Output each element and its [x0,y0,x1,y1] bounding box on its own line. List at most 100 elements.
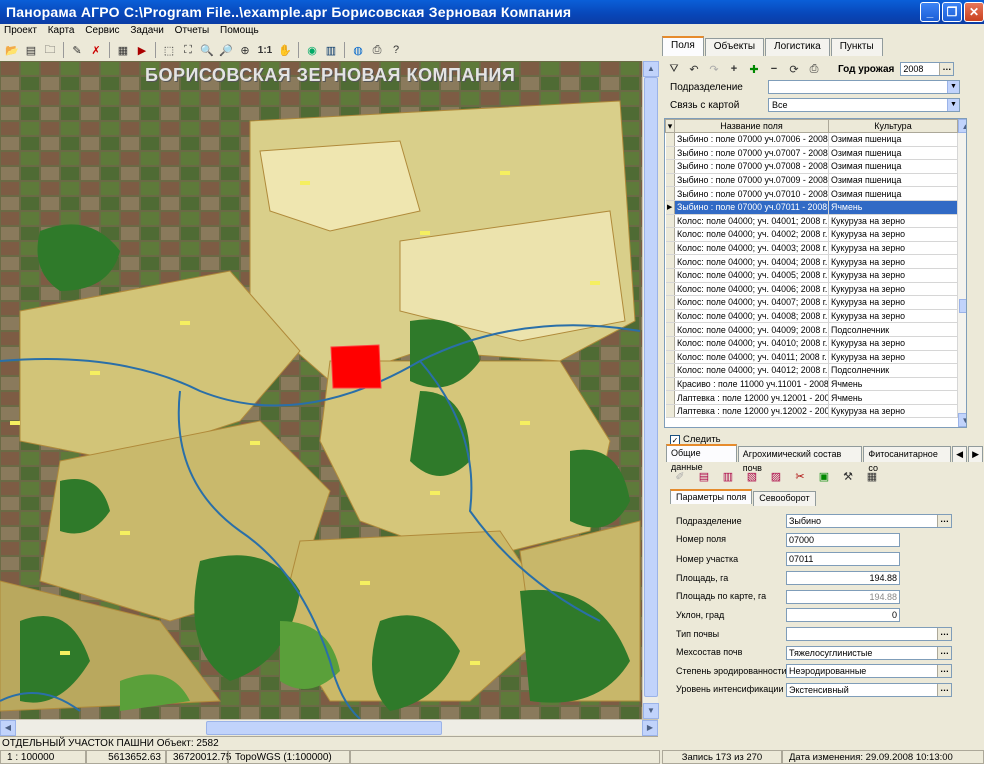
help-cursor-icon[interactable]: ? [388,42,404,58]
chevron-down-icon[interactable]: ▼ [947,81,959,93]
year-picker-button[interactable]: … [939,63,954,75]
globe-icon[interactable]: ◉ [304,42,320,58]
minimize-button[interactable]: _ [920,2,940,22]
zoom-extent-icon[interactable]: ⛶ [180,42,196,58]
cell-field-name[interactable]: Колос: поле 04000; уч. 04001; 2008 г. [674,214,829,229]
delete-tool-icon[interactable]: ✗ [88,42,104,58]
ellipsis-icon[interactable]: … [937,647,951,659]
cell-crop[interactable]: Озимая пшеница [828,159,958,174]
mech-composition-field[interactable]: Тяжелосуглинистые… [786,646,952,660]
table-row[interactable]: Лаптевка : поле 12000 уч.12002 - 2008 Кук… [665,404,958,419]
menu-tasks[interactable]: Задачи [130,25,164,36]
menu-project[interactable]: Проект [4,25,37,36]
ellipsis-icon[interactable]: … [937,628,951,640]
cell-crop[interactable]: Озимая пшеница [828,146,958,161]
table-row[interactable]: Колос: поле 04000; уч. 04005; 2008 г. Кук… [665,268,958,283]
table-row[interactable]: Лаптевка : поле 12000 уч.12001 - 2008 Ячм… [665,390,958,405]
cell-field-name[interactable]: Колос: поле 04000; уч. 04002; 2008 г. [674,227,829,242]
fields-grid[interactable]: ▾ Название поля Культура Зыбино : поле 0… [664,118,967,428]
ellipsis-icon[interactable]: … [937,515,951,527]
cell-crop[interactable]: Кукуруза на зерно [828,309,958,324]
report-icon[interactable]: ▦ [864,468,880,484]
select-tool-icon[interactable]: ✎ [69,42,85,58]
cell-field-name[interactable]: Лаптевка : поле 12000 уч.12002 - 2008 [674,404,829,419]
cell-crop[interactable]: Ячмень [828,200,958,215]
undo-icon[interactable]: ↶ [686,61,702,77]
chart-icon[interactable]: ▣ [816,468,832,484]
table-row[interactable]: Зыбино : поле 07000 уч.07009 - 2008 Озима… [665,173,958,188]
cell-crop[interactable]: Кукуруза на зерно [828,241,958,256]
maximize-button[interactable]: ❐ [942,2,962,22]
add-object-icon[interactable]: ✚ [746,61,762,77]
cell-field-name[interactable]: Колос: поле 04000; уч. 04004; 2008 г. [674,254,829,269]
cell-field-name[interactable]: Зыбино : поле 07000 уч.07006 - 2008 [674,132,829,147]
cell-crop[interactable]: Кукуруза на зерно [828,214,958,229]
area-input[interactable]: 194.88 [786,571,900,585]
arrow-right-icon[interactable]: ▶ [134,42,150,58]
cell-field-name[interactable]: Лаптевка : поле 12000 уч.12001 - 2008 [674,390,829,405]
card-move-icon[interactable]: ▧ [744,468,760,484]
print-icon[interactable]: ⎙ [806,61,822,77]
scroll-up-icon[interactable]: ▲ [643,61,659,77]
year-input[interactable]: 2008 … [900,62,955,76]
table-row[interactable]: Зыбино : поле 07000 уч.07010 - 2008 Озима… [665,186,958,201]
map-link-select[interactable]: Все ▼ [768,98,960,112]
menu-reports[interactable]: Отчеты [175,25,210,36]
table-row[interactable]: Колос: поле 04000; уч. 04011; 2008 г. Кук… [665,350,958,365]
tab-general[interactable]: Общие данные [666,444,737,472]
zoom-rect-icon[interactable]: ⬚ [161,42,177,58]
cell-field-name[interactable]: Зыбино : поле 07000 уч.07009 - 2008 [674,173,829,188]
ellipsis-icon[interactable]: … [937,684,951,696]
cell-field-name[interactable]: Колос: поле 04000; уч. 04012; 2008 г. [674,363,829,378]
close-button[interactable]: ✕ [964,2,984,22]
cell-field-name[interactable]: Колос: поле 04000; уч. 04003; 2008 г. [674,241,829,256]
scroll-left-icon[interactable]: ◀ [0,720,16,736]
selected-field[interactable] [330,344,382,389]
scroll-thumb[interactable] [644,77,658,697]
cell-field-name[interactable]: Зыбино : поле 07000 уч.07008 - 2008 [674,159,829,174]
cell-crop[interactable]: Ячмень [828,390,958,405]
cell-crop[interactable]: Кукуруза на зерно [828,404,958,419]
zoom-in-icon[interactable]: 🔍 [199,42,215,58]
plot-number-input[interactable]: 07011 [786,552,900,566]
cell-crop[interactable]: Подсолнечник [828,363,958,378]
cell-crop[interactable]: Озимая пшеница [828,186,958,201]
menu-service[interactable]: Сервис [85,25,119,36]
cell-field-name[interactable]: Зыбино : поле 07000 уч.07011 - 2008 [674,200,829,215]
cell-field-name[interactable]: Колос: поле 04000; уч. 04011; 2008 г. [674,350,829,365]
filter-icon[interactable]: ⛛ [666,61,682,77]
scroll-right-icon[interactable]: ▶ [642,720,658,736]
table-row[interactable]: Колос: поле 04000; уч. 04007; 2008 г. Кук… [665,295,958,310]
cell-field-name[interactable]: Колос: поле 04000; уч. 04009; 2008 г. [674,322,829,337]
map-horizontal-scrollbar[interactable]: ◀ ▶ [0,719,658,736]
cell-field-name[interactable]: Колос: поле 04000; уч. 04006; 2008 г. [674,282,829,297]
cell-crop[interactable]: Кукуруза на зерно [828,268,958,283]
table-row[interactable]: Зыбино : поле 07000 уч.07006 - 2008 Озима… [665,132,958,147]
folder-icon[interactable]: 🗀 [42,42,58,58]
cell-field-name[interactable]: Зыбино : поле 07000 уч.07010 - 2008 [674,186,829,201]
scroll-down-icon[interactable]: ▼ [643,703,659,719]
scroll-up-icon[interactable]: ▲ [958,119,966,133]
zoom-1-1-button[interactable]: 1:1 [256,42,274,58]
ruler-icon[interactable]: ⚒ [840,468,856,484]
map-view[interactable]: БОРИСОВСКАЯ ЗЕРНОВАЯ КОМПАНИЯ [0,61,642,719]
field-number-input[interactable]: 07000 [786,533,900,547]
pan-hand-icon[interactable]: ✋ [277,42,293,58]
cell-crop[interactable]: Ячмень [828,377,958,392]
slope-input[interactable]: 0 [786,608,900,622]
layers-icon[interactable]: ▤ [23,42,39,58]
cell-crop[interactable]: Озимая пшеница [828,132,958,147]
cell-crop[interactable]: Озимая пшеница [828,173,958,188]
scroll-down-icon[interactable]: ▼ [958,413,966,427]
redo-icon[interactable]: ↷ [706,61,722,77]
print-icon[interactable]: ⎙ [369,42,385,58]
card-swap-icon[interactable]: ▨ [768,468,784,484]
intensity-field[interactable]: Экстенсивный… [786,683,952,697]
column-header-name[interactable]: Название поля [674,119,829,133]
follow-checkbox[interactable]: ✓ [670,434,680,445]
table-row[interactable]: Колос: поле 04000; уч. 04001; 2008 г. Кук… [665,214,958,229]
erosion-field[interactable]: Неэродированные… [786,664,952,678]
tabs-scroll-right-icon[interactable]: ▶ [968,446,983,462]
table-row[interactable]: ▶ Зыбино : поле 07000 уч.07011 - 2008 Ячме… [665,200,958,215]
division-field[interactable]: Зыбино… [786,514,952,528]
